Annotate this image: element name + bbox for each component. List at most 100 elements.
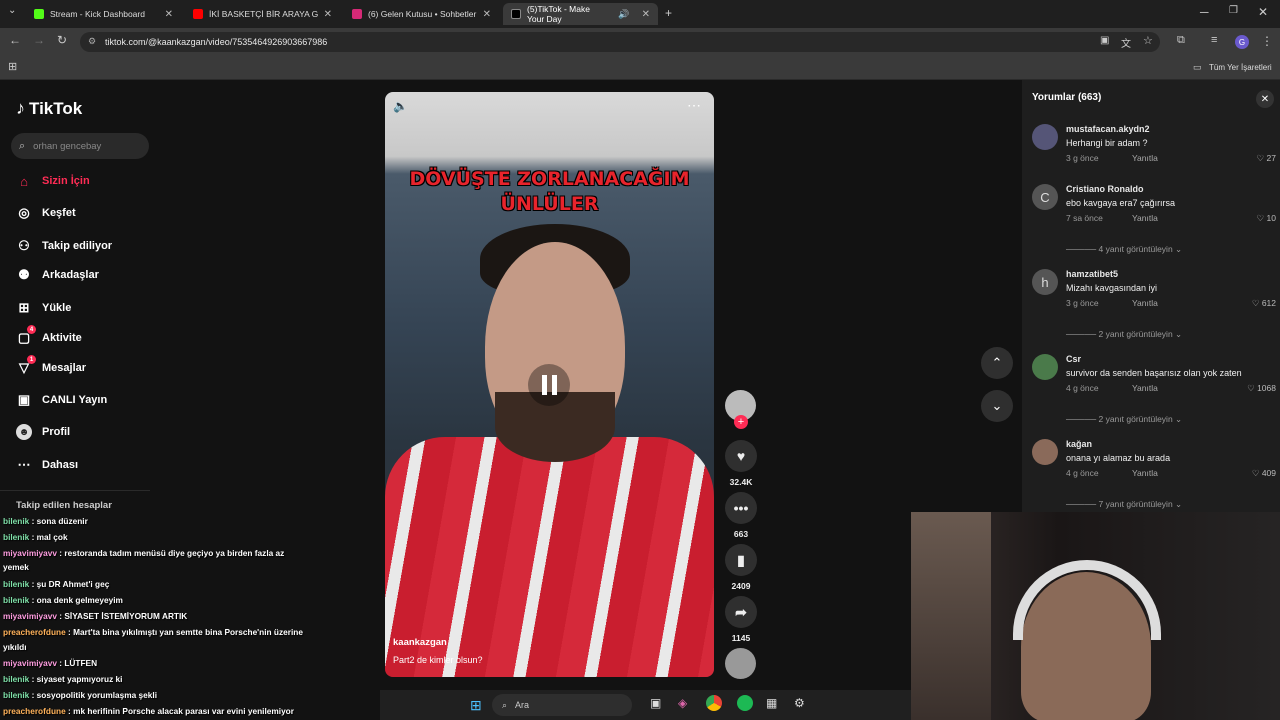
tab-youtube[interactable]: İKİ BASKETÇİ BİR ARAYA GELİNC ✕ [185,3,340,25]
all-bookmarks-label[interactable]: Tüm Yer İşaretleri [1209,63,1272,72]
new-tab-icon[interactable]: + [665,6,672,20]
view-replies-button[interactable]: ───── 7 yanıt görüntüleyin ⌄ [1066,499,1182,510]
tab-instagram[interactable]: (6) Gelen Kutusu • Sohbetler ✕ [344,3,499,25]
nav-live[interactable]: ▣ CANLI Yayın [16,392,107,408]
windows-start-icon[interactable]: ⊞ [470,697,482,714]
profile-avatar[interactable]: G [1235,35,1249,49]
music-disc-icon[interactable] [725,648,756,679]
task-view-icon[interactable]: ▣ [650,696,661,710]
comment-time: 4 g önce [1066,383,1099,393]
close-tab-icon[interactable]: ✕ [483,9,491,20]
view-replies-button[interactable]: ───── 2 yanıt görüntüleyin ⌄ [1066,414,1182,425]
reply-button[interactable]: Yanıtla [1132,213,1158,223]
app-icon[interactable]: ⚙ [794,696,805,710]
comment-user[interactable]: Csr [1066,354,1081,364]
apps-grid-icon[interactable]: ⊞ [8,60,17,73]
comment-like-button[interactable]: ♡ 10 [1257,213,1276,224]
search-input[interactable]: ⌕ orhan gencebay [11,133,149,159]
spotify-icon[interactable] [737,695,753,711]
view-replies-button[interactable]: ───── 4 yanıt görüntüleyin ⌄ [1066,244,1182,255]
nav-label: Mesajlar [42,362,87,374]
chrome-icon[interactable] [706,695,722,711]
nav-activity[interactable]: ▢ 4 Aktivite [16,325,82,346]
more-options-icon[interactable]: ⋯ [687,97,701,114]
comment-user[interactable]: hamzatibet5 [1066,269,1118,279]
reply-button[interactable]: Yanıtla [1132,153,1158,163]
comment-user[interactable]: mustafacan.akydn2 [1066,124,1150,134]
restore-icon[interactable]: ❐ [1229,5,1238,16]
chat-message: yemek [3,562,29,572]
comment-like-button[interactable]: ♡ 1068 [1247,383,1276,394]
chat-message: : Mart'ta bina yıkılmıştı yan semtte bin… [68,627,303,637]
reply-button[interactable]: Yanıtla [1132,383,1158,393]
like-button[interactable]: ♥ 32.4K [725,440,757,487]
browser-address-bar: ← → ↻ ⚙ tiktok.com/@kaankazgan/video/753… [0,28,1280,56]
heart-icon: ♡ [1256,153,1267,163]
cast-icon[interactable]: ▣ [1100,35,1109,46]
copilot-icon[interactable]: ◈ [678,696,687,710]
comment-like-button[interactable]: ♡ 612 [1252,298,1276,309]
minimize-icon[interactable]: ─ [1200,5,1209,19]
avatar[interactable]: C [1032,184,1058,210]
comment-user[interactable]: Cristiano Ronaldo [1066,184,1144,194]
nav-following[interactable]: ⚇ Takip ediliyor [16,238,112,254]
video-player[interactable]: DÖVÜŞTE ZORLANACAĞIM ÜNLÜLER 🔈 ⋯ kaankaz… [385,92,714,677]
video-author[interactable]: kaankazgan [393,637,447,648]
site-info-icon[interactable]: ⚙ [88,36,96,47]
nav-friends[interactable]: ⚉ Arkadaşlar [16,267,99,283]
taskbar-search[interactable]: ⌕ Ara [492,694,632,716]
close-tab-icon[interactable]: ✕ [642,9,650,20]
tab-title: İKİ BASKETÇİ BİR ARAYA GELİNC [209,9,318,19]
extensions-icon[interactable]: ⧉ [1177,34,1185,47]
nav-profile[interactable]: ☻ Profil [16,424,70,440]
avatar[interactable]: h [1032,269,1058,295]
avatar[interactable] [1032,439,1058,465]
close-tab-icon[interactable]: ✕ [165,9,173,20]
view-replies-button[interactable]: ───── 2 yanıt görüntüleyin ⌄ [1066,329,1182,340]
url-field[interactable]: ⚙ tiktok.com/@kaankazgan/video/753546492… [80,32,1160,52]
comment-count: 663 [733,529,749,539]
store-icon[interactable]: ▦ [766,696,777,710]
nav-more[interactable]: ⋯ Dahası [16,457,79,473]
audio-playing-icon[interactable]: 🔊 [618,9,629,20]
nav-explore[interactable]: ◎ Keşfet [16,205,75,221]
forward-icon[interactable]: → [33,33,45,47]
headphones-icon [1013,560,1161,640]
chat-user: bilenik [3,595,30,605]
next-video-button[interactable]: ⌄ [981,390,1013,422]
bookmark-star-icon[interactable]: ☆ [1143,34,1153,47]
comment-text: Herhangi bir adam ? [1066,138,1148,148]
close-window-icon[interactable]: ✕ [1258,5,1268,19]
translate-icon[interactable]: 文 [1121,35,1131,50]
nav-messages[interactable]: ▽ 1 Mesajlar [16,355,87,376]
nav-for-you[interactable]: ⌂ Sizin İçin [16,173,90,189]
reload-icon[interactable]: ↻ [57,33,67,47]
reply-button[interactable]: Yanıtla [1132,468,1158,478]
close-tab-icon[interactable]: ✕ [324,9,332,20]
tiktok-logo[interactable]: ♪ TikTok [16,98,82,119]
tab-kick[interactable]: Stream - Kick Dashboard ✕ [26,3,181,25]
close-comments-icon[interactable]: ✕ [1256,90,1274,108]
volume-icon[interactable]: 🔈 [393,99,408,113]
previous-video-button[interactable]: ⌃ [981,347,1013,379]
comment-like-button[interactable]: ♡ 27 [1257,153,1276,164]
tab-tiktok[interactable]: (5)TikTok - Make Your Day 🔊 ✕ [503,3,658,25]
follow-plus-icon[interactable]: + [734,415,748,429]
avatar[interactable] [1032,354,1058,380]
comment-text: Mizahı kavgasından iyi [1066,283,1158,293]
comment-like-button[interactable]: ♡ 409 [1252,468,1276,479]
chat-message: : SİYASET İSTEMİYORUM ARTIK [59,611,188,621]
share-button[interactable]: ➦ 1145 [725,596,757,643]
tab-search-icon[interactable]: ⌄ [8,5,16,16]
comment-user[interactable]: kağan [1066,439,1092,449]
reading-list-icon[interactable]: ≡ [1211,34,1217,46]
menu-icon[interactable]: ⋮ [1261,34,1273,48]
nav-upload[interactable]: ⊞ Yükle [16,300,72,316]
back-icon[interactable]: ← [9,33,21,47]
comment-button[interactable]: ••• 663 [725,492,757,539]
save-button[interactable]: ▮ 2409 [725,544,757,591]
avatar[interactable] [1032,124,1058,150]
reply-button[interactable]: Yanıtla [1132,298,1158,308]
pause-button[interactable] [528,364,570,406]
comment-icon: ••• [725,492,757,524]
